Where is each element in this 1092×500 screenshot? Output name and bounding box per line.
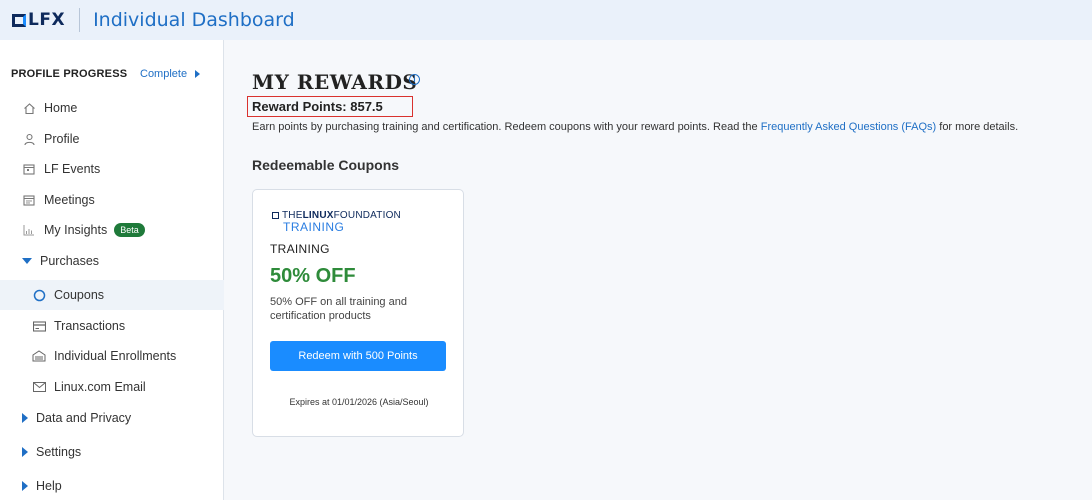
- circle-icon: [32, 288, 46, 302]
- coupon-expiry: Expires at 01/01/2026 (Asia/Seoul): [289, 397, 429, 407]
- redeem-button[interactable]: Redeem with 500 Points: [270, 341, 446, 371]
- rewards-description: Earn points by purchasing training and c…: [252, 121, 1018, 133]
- card-icon: [32, 319, 46, 333]
- complete-label: Complete: [140, 68, 188, 80]
- home-icon: [22, 101, 36, 115]
- chevron-right-icon: [22, 447, 28, 457]
- sidebar-item-individual-enrollments[interactable]: Individual Enrollments: [0, 341, 224, 371]
- description-prefix: Earn points by purchasing training and c…: [252, 121, 761, 133]
- meetings-calendar-icon: [22, 193, 36, 207]
- linux-foundation-training-logo: THE LINUX FOUNDATION TRAINING: [272, 210, 401, 234]
- sidebar-item-purchases[interactable]: Purchases: [0, 246, 224, 276]
- mail-icon: [32, 380, 46, 394]
- sidebar-item-label: My Insights: [44, 223, 108, 237]
- info-icon[interactable]: i: [409, 74, 420, 85]
- coupon-type: TRAINING: [270, 242, 330, 256]
- coupon-card: THE LINUX FOUNDATION TRAINING TRAINING 50%…: [252, 189, 464, 437]
- coupon-description: 50% OFF on all training and certificatio…: [270, 296, 407, 322]
- sidebar-item-transactions[interactable]: Transactions: [0, 311, 224, 341]
- sidebar-item-meetings[interactable]: Meetings: [0, 185, 224, 215]
- sidebar-item-label: Purchases: [40, 254, 100, 268]
- sidebar-item-settings[interactable]: Settings: [0, 437, 224, 467]
- lf-logo-training: TRAINING: [283, 220, 345, 234]
- coupons-heading: Redeemable Coupons: [252, 157, 400, 173]
- sidebar: PROFILE PROGRESS Complete Home Profile L…: [0, 40, 224, 500]
- chevron-right-icon: [22, 413, 28, 423]
- sidebar-item-label: Home: [44, 101, 78, 115]
- sidebar-item-label: Linux.com Email: [54, 380, 146, 394]
- header-divider: [79, 8, 81, 32]
- lfx-logo[interactable]: LFX: [12, 10, 65, 30]
- lfx-logo-text: LFX: [28, 10, 66, 30]
- sidebar-item-my-insights[interactable]: My Insights Beta: [0, 215, 224, 245]
- sidebar-item-label: Help: [36, 479, 62, 493]
- calendar-icon: [22, 162, 36, 176]
- caret-right-icon: [195, 70, 201, 78]
- sidebar-item-label: Individual Enrollments: [54, 349, 177, 363]
- sidebar-item-label: Settings: [36, 445, 82, 459]
- sidebar-item-label: Transactions: [54, 319, 126, 333]
- lfx-logo-mark: [12, 13, 26, 27]
- sidebar-item-label: Data and Privacy: [36, 411, 132, 425]
- sidebar-item-help[interactable]: Help: [0, 471, 224, 500]
- enrollment-icon: [32, 349, 46, 363]
- description-suffix: for more details.: [936, 121, 1019, 133]
- top-header: LFX Individual Dashboard: [0, 0, 1092, 40]
- reward-points: Reward Points: 857.5: [252, 99, 383, 114]
- sidebar-item-coupons[interactable]: Coupons: [0, 280, 224, 310]
- sidebar-item-home[interactable]: Home: [0, 93, 224, 123]
- sidebar-item-label: Meetings: [44, 193, 95, 207]
- chart-icon: [22, 223, 36, 237]
- chevron-down-icon: [22, 258, 32, 264]
- profile-progress-label: PROFILE PROGRESS: [11, 68, 128, 80]
- beta-badge: Beta: [114, 223, 145, 237]
- app-title: Individual Dashboard: [93, 9, 295, 31]
- chevron-right-icon: [22, 481, 28, 491]
- sidebar-item-lf-events[interactable]: LF Events: [0, 154, 224, 184]
- profile-complete-link[interactable]: Complete: [140, 68, 201, 80]
- page-title: MY REWARDS: [252, 70, 418, 94]
- sidebar-item-label: Coupons: [54, 288, 105, 302]
- main-content: MY REWARDS i Reward Points: 857.5 Earn p…: [225, 40, 1092, 500]
- sidebar-item-profile[interactable]: Profile: [0, 124, 224, 154]
- coupon-discount: 50% OFF: [270, 265, 356, 287]
- sidebar-item-linux-email[interactable]: Linux.com Email: [0, 372, 224, 402]
- user-icon: [22, 132, 36, 146]
- lf-logo-mark: [272, 212, 279, 219]
- faq-link[interactable]: Frequently Asked Questions (FAQs): [761, 121, 936, 133]
- sidebar-item-data-privacy[interactable]: Data and Privacy: [0, 403, 224, 433]
- sidebar-item-label: LF Events: [44, 162, 101, 176]
- sidebar-item-label: Profile: [44, 132, 80, 146]
